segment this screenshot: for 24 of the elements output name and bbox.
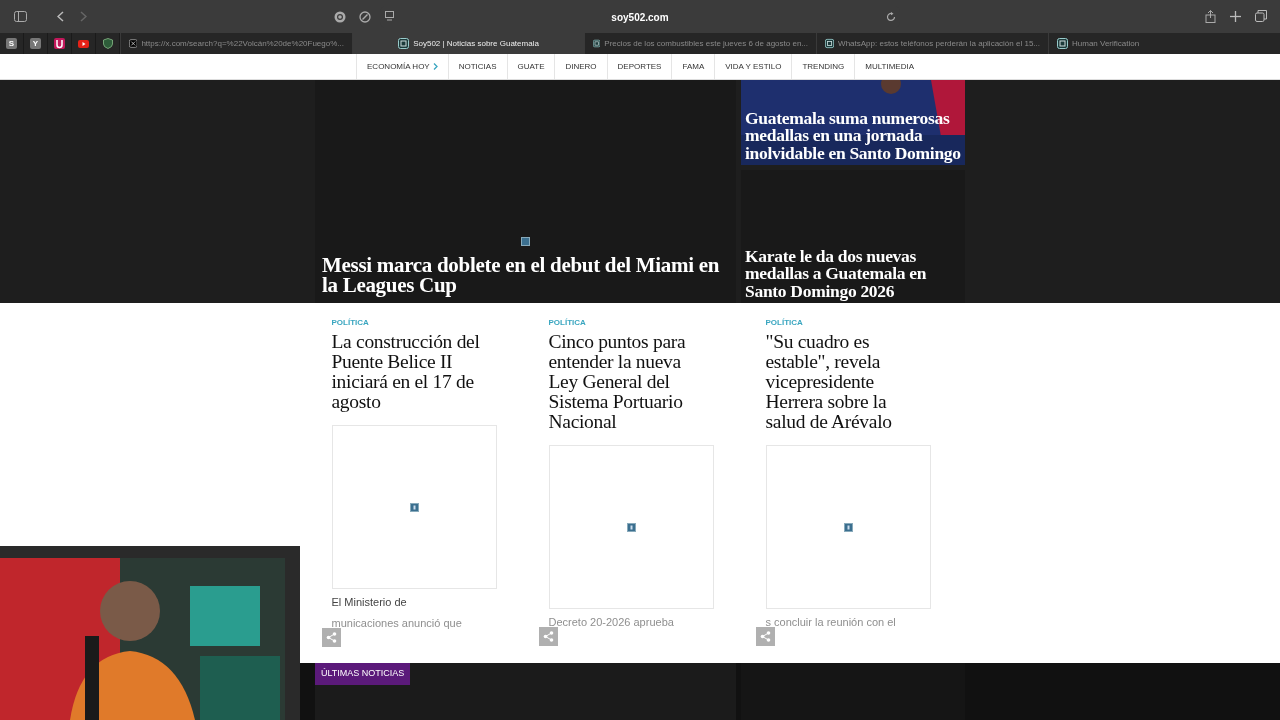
headline[interactable]: Karate le da dos nuevas medallas a Guatemala en Santo Domingo 2026	[745, 247, 961, 300]
nav-link[interactable]: DINERO	[554, 54, 607, 79]
nav-link[interactable]: NOTICIAS	[447, 54, 507, 79]
pinned-tab[interactable]: S	[6, 38, 17, 49]
nav-link[interactable]: ECONOMÍA HOY	[356, 54, 448, 79]
headline[interactable]: Messi marca doblete en el debut del Miami en la Leagues Cup	[322, 255, 729, 295]
nav-link[interactable]: GUATE	[506, 54, 555, 79]
pinned-tab[interactable]: Y	[30, 38, 41, 49]
browser-tab[interactable]: Soy502 | Noticias sobre Guatemala	[352, 33, 584, 54]
excerpt-text: El Ministerio de	[331, 595, 408, 610]
nav-link[interactable]: VIDA Y ESTILO	[714, 54, 792, 79]
nav-link[interactable]: DEPORTES	[606, 54, 672, 79]
nav-link[interactable]: TRENDING	[791, 54, 855, 79]
story-card[interactable]: Karate le da dos nuevas medallas a Guatemala en Santo Domingo 2026	[741, 170, 965, 303]
article-title[interactable]: "Su cuadro es estable", revela vicepresidente Herrera sobre la salud de Arévalo	[765, 332, 931, 432]
excerpt-text: municaciones anunció que	[331, 616, 463, 631]
article-title[interactable]: La construcción del Puente Belice II iniciará en el 17 de agosto	[331, 332, 497, 412]
nav-link[interactable]: MULTIMEDIA	[854, 54, 924, 79]
article-title[interactable]: Cinco puntos para entender la nueva Ley General del Sistema Portuario Nacional	[548, 332, 714, 432]
excerpt-text: Decreto 20-2026 aprueba	[548, 615, 675, 630]
excerpt-text: s concluir la reunión con el	[765, 615, 897, 630]
nav-link[interactable]: FAMA	[671, 54, 715, 79]
hero-story-card[interactable]: Messi marca doblete en el debut del Miami en la Leagues Cup	[315, 80, 736, 303]
section-label[interactable]: ÚLTIMAS NOTICIAS	[315, 663, 411, 685]
